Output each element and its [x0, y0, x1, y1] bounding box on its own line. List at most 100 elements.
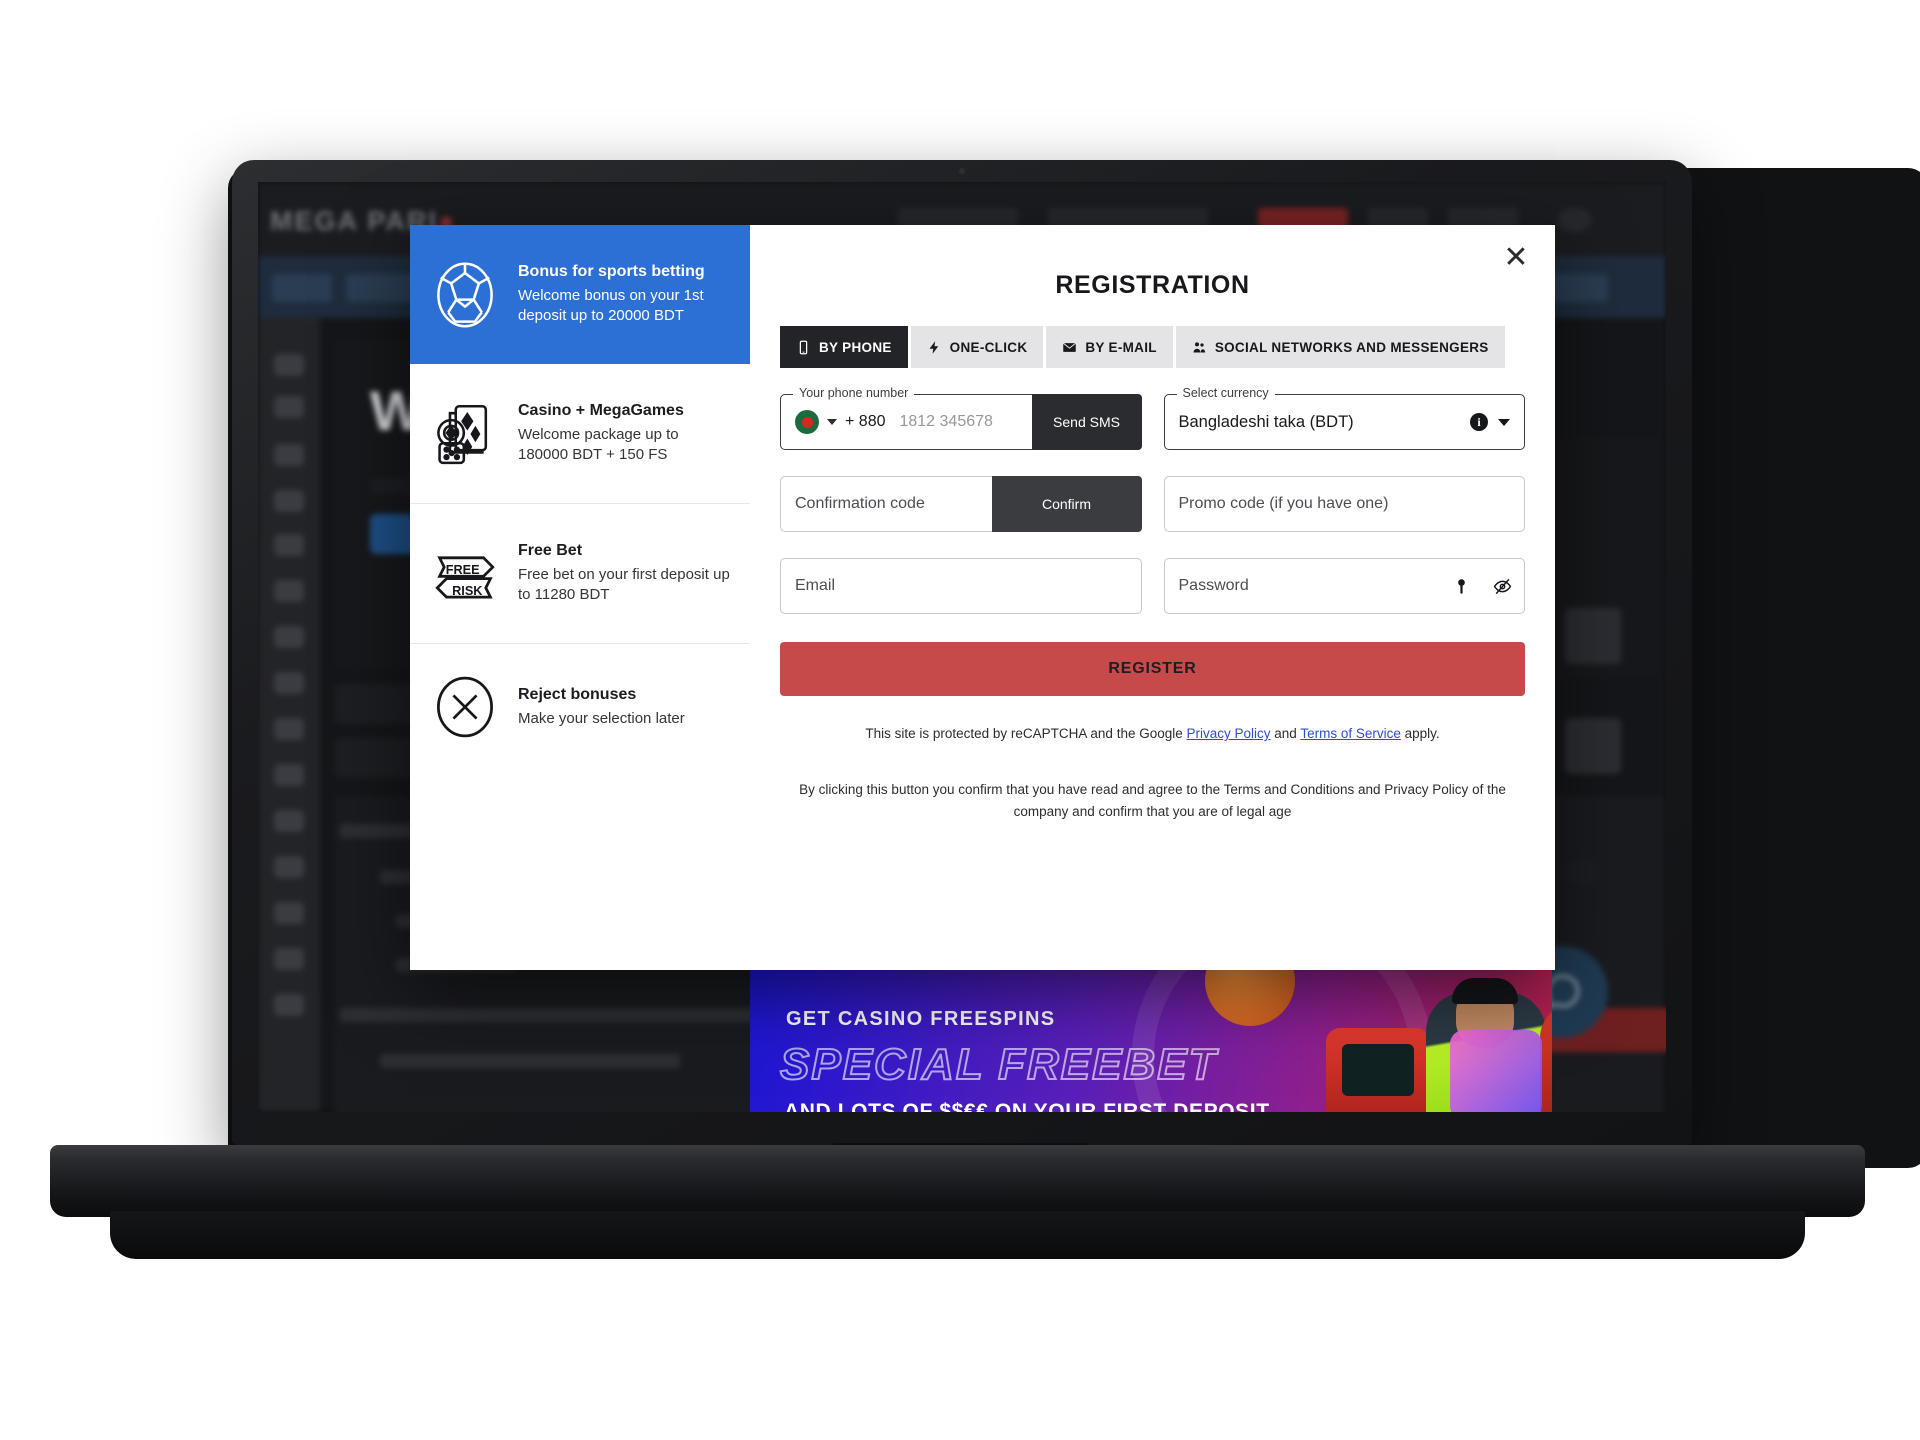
- content-icon-box: [1565, 718, 1621, 774]
- promo-field-group: Promo code (if you have one): [1163, 476, 1525, 532]
- terms-agreement-text: By clicking this button you confirm that…: [780, 779, 1525, 824]
- sidebar-icon: [274, 902, 304, 924]
- password-icons: [1452, 577, 1512, 596]
- country-flag-icon: [795, 410, 819, 434]
- registration-method-tabs: BY PHONE ONE-CLICK BY E-MAIL SOCIAL NETW…: [780, 326, 1525, 368]
- terms-pre: By clicking this button you confirm that…: [799, 781, 1224, 797]
- privacy-policy-link[interactable]: Privacy Policy: [1384, 782, 1468, 797]
- tab-by-phone[interactable]: BY PHONE: [780, 326, 908, 368]
- people-icon: [1193, 341, 1205, 352]
- bonus-option-reject[interactable]: Reject bonuses Make your selection later: [410, 644, 750, 770]
- banner-machine-screen: [1342, 1044, 1414, 1096]
- bonus-title: Bonus for sports betting: [518, 263, 705, 281]
- tab-label: ONE-CLICK: [949, 339, 1028, 355]
- sidebar-icon: [274, 764, 304, 786]
- confirm-button[interactable]: Confirm: [991, 476, 1142, 532]
- content-line: [380, 1054, 680, 1068]
- info-icon[interactable]: i: [1470, 413, 1488, 431]
- password-field-group: Password: [1163, 558, 1525, 614]
- email-input[interactable]: Email: [780, 558, 1142, 614]
- currency-field-group: Select currency Bangladeshi taka (BDT) i: [1163, 386, 1525, 450]
- bonus-title: Reject bonuses: [518, 685, 637, 703]
- phone-input-inner[interactable]: + 880 1812 345678: [781, 410, 1032, 434]
- send-sms-button[interactable]: Send SMS: [1031, 394, 1142, 450]
- phone-field-group: Your phone number + 880 1812 345678 Send…: [780, 386, 1142, 450]
- content-icon-box: [1565, 608, 1621, 664]
- google-privacy-policy-link[interactable]: Privacy Policy: [1187, 726, 1271, 741]
- password-placeholder: Password: [1178, 577, 1249, 594]
- bonus-option-sports-betting[interactable]: Bonus for sports betting Welcome bonus o…: [410, 225, 750, 364]
- site-sidebar: [258, 318, 320, 1112]
- recaptcha-mid: and: [1270, 726, 1301, 741]
- bonus-selection-panel: Bonus for sports betting Welcome bonus o…: [410, 225, 750, 970]
- circle-x-icon: [428, 670, 502, 744]
- bonus-subtitle: Welcome bonus on your 1st deposit up to …: [518, 287, 704, 325]
- form-row-confirmation-promo: Confirmation code Confirm Promo code (if…: [780, 476, 1525, 532]
- bonus-text: Bonus for sports betting Welcome bonus o…: [518, 262, 732, 326]
- sidebar-icon: [274, 856, 304, 878]
- bonus-subtitle: Free bet on your first deposit up to 112…: [518, 566, 730, 604]
- chevron-down-icon[interactable]: [1498, 418, 1510, 426]
- bonus-subtitle: Make your selection later: [518, 709, 685, 727]
- sidebar-icon: [274, 444, 304, 466]
- currency-field-label: Select currency: [1176, 386, 1275, 400]
- subnav-button: [272, 274, 332, 302]
- tab-label: BY E-MAIL: [1085, 339, 1157, 355]
- page-title: REGISTRATION: [1055, 271, 1250, 299]
- terms-and-conditions-link[interactable]: Terms and Conditions: [1224, 782, 1355, 797]
- google-terms-of-service-link[interactable]: Terms of Service: [1300, 726, 1401, 741]
- email-field-group: Email: [780, 558, 1142, 614]
- confirmation-placeholder: Confirmation code: [795, 495, 925, 512]
- bonus-title: Free Bet: [518, 542, 583, 560]
- bonus-text: Free Bet Free bet on your first deposit …: [518, 541, 732, 605]
- sidebar-icon: [274, 534, 304, 556]
- registration-form-panel: ✕ REGISTRATION BY PHONE ONE-CLICK BY E-M…: [750, 225, 1555, 970]
- content-line: [340, 1008, 760, 1022]
- bonus-option-free-bet[interactable]: FREE RISK Free Bet Free bet on your firs…: [410, 504, 750, 644]
- currency-select[interactable]: Select currency Bangladeshi taka (BDT) i: [1163, 386, 1525, 450]
- banner-character-1-hair: [1452, 978, 1518, 1004]
- content-dot: [1568, 858, 1596, 886]
- laptop-base-lip: [110, 1211, 1805, 1259]
- tab-social-networks[interactable]: SOCIAL NETWORKS AND MESSENGERS: [1175, 326, 1505, 368]
- phone-number-input[interactable]: Your phone number + 880 1812 345678 Send…: [780, 386, 1142, 450]
- currency-value: Bangladeshi taka (BDT): [1178, 412, 1354, 431]
- chevron-down-icon[interactable]: [827, 419, 837, 425]
- confirmation-code-input[interactable]: Confirmation code Confirm: [780, 476, 1142, 532]
- soccer-ball-icon: [428, 258, 502, 332]
- bonus-option-casino-megagames[interactable]: Casino + MegaGames Welcome package up to…: [410, 364, 750, 504]
- sidebar-icon: [274, 994, 304, 1016]
- recaptcha-post: apply.: [1400, 726, 1440, 741]
- terms-mid: and: [1354, 781, 1385, 797]
- sidebar-icon: [274, 490, 304, 512]
- close-icon[interactable]: ✕: [1499, 241, 1533, 275]
- bonus-title: Casino + MegaGames: [518, 402, 684, 420]
- sidebar-icon: [274, 672, 304, 694]
- svg-text:RISK: RISK: [452, 582, 483, 597]
- confirmation-field-group: Confirmation code Confirm: [780, 476, 1142, 532]
- password-input[interactable]: Password: [1163, 558, 1525, 614]
- sidebar-icon: [274, 354, 304, 376]
- key-icon[interactable]: [1452, 577, 1471, 596]
- email-placeholder: Email: [795, 577, 836, 594]
- sidebar-icon: [274, 396, 304, 418]
- banner-line-1: GET CASINO FREESPINS: [786, 1008, 1056, 1030]
- promo-banner[interactable]: GET CASINO FREESPINS SPECIAL FREEBET AND…: [750, 970, 1552, 1112]
- tab-label: SOCIAL NETWORKS AND MESSENGERS: [1214, 339, 1489, 355]
- free-risk-ribbon-icon: FREE RISK: [428, 537, 502, 611]
- tab-by-email[interactable]: BY E-MAIL: [1046, 326, 1173, 368]
- phone-field-label: Your phone number: [793, 386, 915, 400]
- tab-label: BY PHONE: [819, 339, 892, 355]
- promo-placeholder: Promo code (if you have one): [1178, 495, 1389, 512]
- sidebar-icon: [274, 626, 304, 648]
- webcam-dot: [959, 168, 965, 174]
- register-button[interactable]: REGISTER: [780, 642, 1525, 696]
- tab-one-click[interactable]: ONE-CLICK: [910, 326, 1044, 368]
- form-row-email-password: Email Password: [780, 558, 1525, 614]
- phone-icon: [799, 340, 808, 354]
- casino-chips-cards-icon: [428, 397, 502, 471]
- promo-code-input[interactable]: Promo code (if you have one): [1163, 476, 1525, 532]
- eye-off-icon[interactable]: [1493, 577, 1512, 596]
- sidebar-icon: [274, 718, 304, 740]
- header-avatar: [1558, 208, 1592, 232]
